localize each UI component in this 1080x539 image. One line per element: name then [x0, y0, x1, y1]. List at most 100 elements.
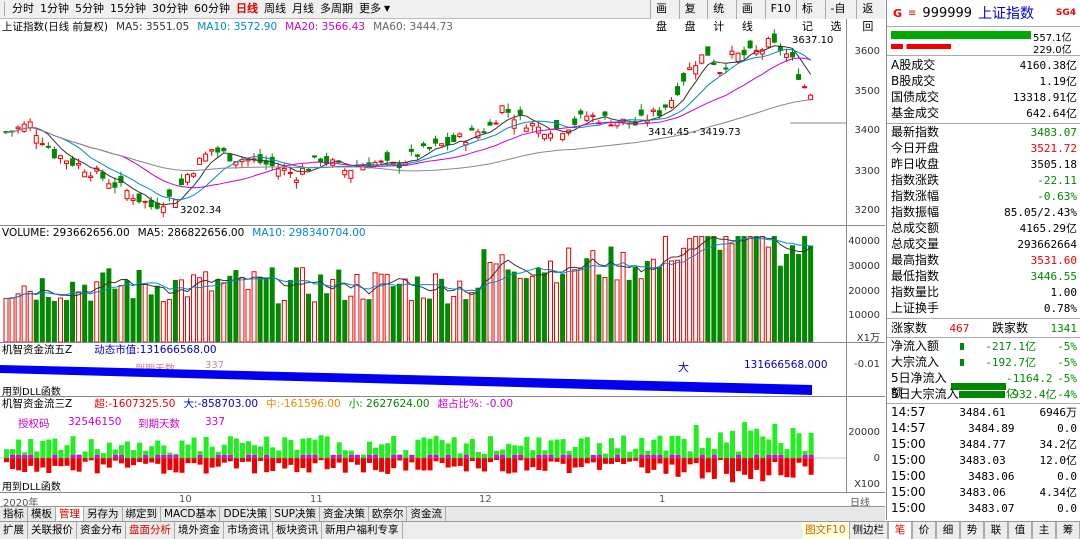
fund-bar: [191, 437, 197, 464]
volume-bar: [632, 266, 638, 342]
stat-row: A股成交 4160.38亿: [891, 58, 1077, 73]
stat-value: -0.63%: [1037, 190, 1077, 203]
foreign-fund-tab[interactable]: 境外资金: [175, 522, 224, 539]
draw-line-button[interactable]: 画线: [735, 0, 765, 33]
fund-bar: [736, 451, 742, 472]
tab-period-monthly[interactable]: 月线: [289, 0, 317, 18]
fund-bar: [137, 442, 143, 462]
tab-value[interactable]: 值: [1008, 522, 1032, 539]
candle: [21, 121, 27, 133]
candle: [57, 154, 63, 164]
mark-button[interactable]: 标记: [795, 0, 825, 33]
fund5-band: [0, 365, 812, 395]
tab-period-fenshi[interactable]: 分时: [9, 0, 37, 18]
tab-period-30min[interactable]: 30分钟: [149, 0, 191, 18]
stat-row: 基金成交 642.64亿: [891, 106, 1077, 121]
sg-badge[interactable]: SG4: [1056, 8, 1076, 18]
stat-row: 最高指数 3531.60: [891, 253, 1077, 268]
date-axis: 2020年 10 11 12 1 日线: [0, 492, 885, 509]
expand-tab[interactable]: 扩展: [0, 522, 28, 539]
indicator-tab[interactable]: 指标: [0, 507, 28, 521]
bind-to-tab[interactable]: 绑定到: [123, 507, 161, 521]
tab-period-multi[interactable]: 多周期: [317, 0, 356, 18]
fund-bar: [790, 427, 796, 478]
manage-tab[interactable]: 管理: [56, 507, 84, 521]
huapan-button[interactable]: 画盘: [650, 0, 679, 33]
market-analysis-tab[interactable]: 盘面分析: [126, 522, 175, 539]
fund-bar: [312, 439, 318, 464]
fund-bar: [596, 443, 602, 470]
market-news-tab[interactable]: 市场资讯: [224, 522, 273, 539]
volume-bar: [451, 296, 457, 342]
fund-distribution-tab[interactable]: 资金分布: [77, 522, 126, 539]
volume-bar: [759, 236, 765, 342]
sup-tab[interactable]: SUP决策: [271, 507, 320, 521]
tab-period-5min[interactable]: 5分钟: [72, 0, 107, 18]
macd-tab[interactable]: MACD基本: [161, 507, 221, 521]
volume-bar: [203, 271, 209, 342]
candle: [445, 132, 451, 151]
fund-flow-3-pane[interactable]: 机智资金流三Z 超:-1607325.50 大:-858703.00 中:-16…: [0, 397, 885, 493]
template-tab[interactable]: 模板: [28, 507, 56, 521]
related-quote-tab[interactable]: 关联报价: [28, 522, 77, 539]
tab-chips[interactable]: 筹: [1056, 522, 1080, 539]
chevron-down-icon[interactable]: ▼: [384, 0, 390, 18]
tab-period-daily[interactable]: 日线: [233, 0, 261, 18]
tab-period-weekly[interactable]: 周线: [261, 0, 289, 18]
candle: [27, 118, 33, 131]
volume-bar: [693, 236, 699, 342]
candle: [675, 82, 681, 97]
volume-pane[interactable]: VOLUME: 293662656.00 MA5: 286822656.00 M…: [0, 226, 885, 344]
fund-bar: [627, 451, 633, 462]
fund-bar: [445, 443, 451, 468]
replay-button[interactable]: 复盘: [678, 0, 708, 33]
fund-bar: [233, 438, 239, 469]
tab-price[interactable]: 价: [912, 522, 936, 539]
candle: [469, 124, 475, 131]
volume-bar: [675, 259, 681, 342]
candle: [578, 108, 584, 119]
fund-bar: [203, 436, 209, 474]
save-as-tab[interactable]: 另存为: [84, 507, 123, 521]
candle: [64, 160, 69, 170]
tab-link[interactable]: 联: [984, 522, 1008, 539]
candle: [88, 171, 94, 182]
tick-volume: 34.2亿: [1039, 438, 1077, 451]
fund-decision-tab[interactable]: 资金决策: [320, 507, 369, 521]
stat-value: 85.05/2.43%: [1004, 206, 1077, 219]
new-user-tab[interactable]: 新用户福利专享: [322, 522, 403, 539]
tab-main[interactable]: 主: [1032, 522, 1056, 539]
sidebar-toggle-button[interactable]: 侧边栏: [850, 522, 888, 539]
fund-flow-5-pane[interactable]: 机智资金流五Z 动态市值: 131666568.00 到期天数 337 大 13…: [0, 343, 885, 398]
tab-period-1min[interactable]: 1分钟: [37, 0, 72, 18]
f10-button[interactable]: F10: [764, 0, 796, 19]
add-watchlist-button[interactable]: -自选: [824, 0, 857, 33]
volume-bar: [215, 279, 221, 342]
fund-bar: [76, 454, 82, 472]
dde-tab[interactable]: DDE决策: [220, 507, 272, 521]
tab-detail[interactable]: 细: [936, 522, 960, 539]
fund-bar: [294, 449, 300, 473]
volume-bar: [148, 294, 154, 342]
tab-period-15min[interactable]: 15分钟: [107, 0, 149, 18]
candle: [529, 121, 535, 132]
candle-pane[interactable]: 上证指数(日线 前复权) MA5: 3551.05 MA10: 3572.90 …: [0, 19, 885, 225]
tab-period-60min[interactable]: 60分钟: [191, 0, 233, 18]
fund-flow-tab[interactable]: 资金流: [407, 507, 446, 521]
tab-period-more[interactable]: 更多: [356, 0, 384, 18]
tab-trades[interactable]: 笔: [888, 522, 912, 539]
volume-bar: [614, 279, 620, 342]
tab-trend[interactable]: 势: [960, 522, 984, 539]
tick-volume: 0.0: [1057, 422, 1077, 435]
fund-bar: [633, 448, 639, 461]
candle: [662, 104, 668, 110]
f10-graphic-button[interactable]: 图文F10: [802, 522, 850, 539]
candle: [251, 153, 257, 164]
oneil-tab[interactable]: 欧奈尔: [369, 507, 408, 521]
stats-button[interactable]: 统计: [707, 0, 736, 33]
volume-bar: [777, 265, 783, 342]
volume-bar: [511, 271, 517, 342]
back-button[interactable]: 返回: [856, 0, 885, 33]
sector-news-tab[interactable]: 板块资讯: [273, 522, 322, 539]
candle: [493, 120, 499, 125]
